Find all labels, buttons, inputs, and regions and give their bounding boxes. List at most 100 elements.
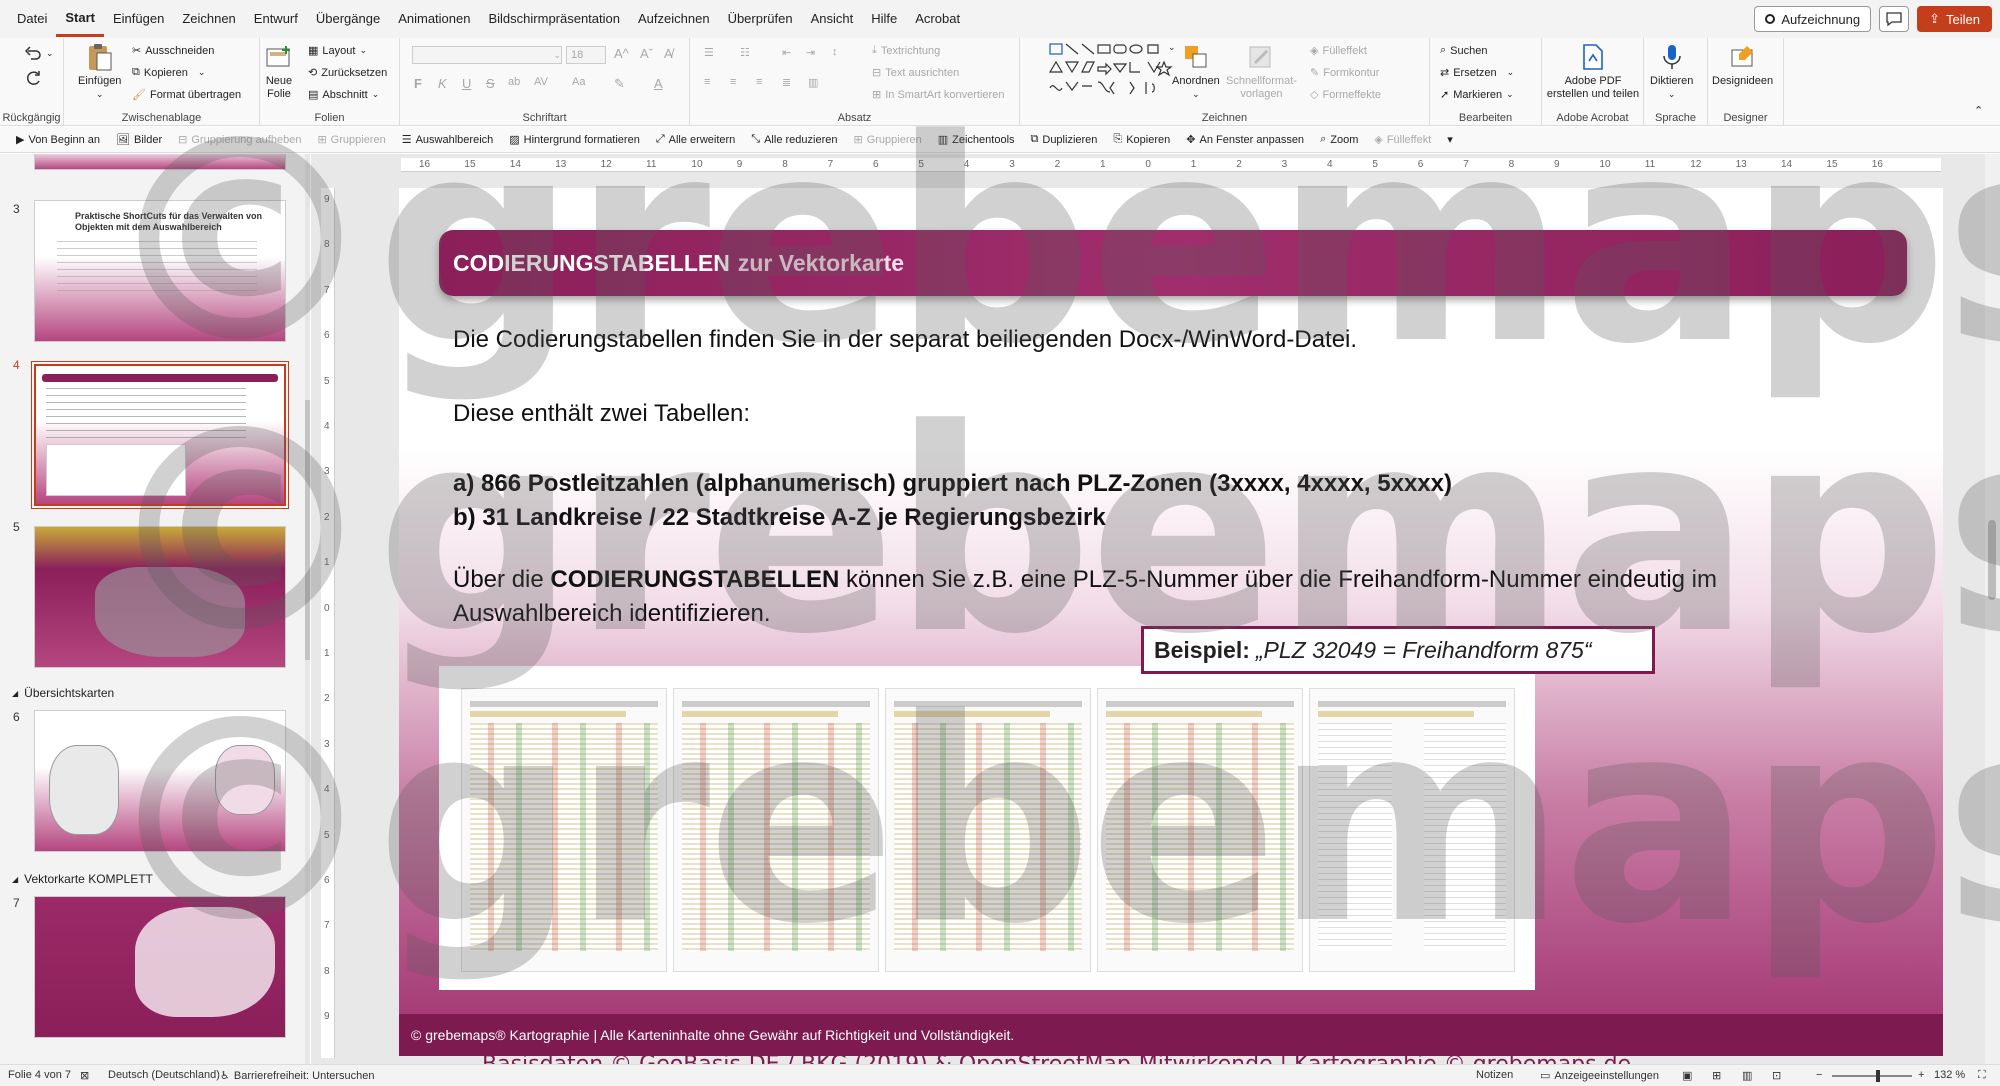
- outline-button[interactable]: ✎ Formkontur: [1310, 66, 1379, 80]
- shrink-font-button[interactable]: Aˇ: [640, 46, 653, 61]
- undo-button[interactable]: ⌄: [24, 44, 54, 62]
- spellcheck-icon[interactable]: ⊠: [80, 1069, 89, 1082]
- replace-button[interactable]: ⇄ Ersetzen ⌄: [1440, 66, 1514, 80]
- zoom-level[interactable]: 132 %: [1934, 1069, 1965, 1081]
- quickbar-item-12[interactable]: ✥ An Fenster anpassen: [1186, 133, 1304, 147]
- slide-footer[interactable]: © grebemaps® Kartographie | Alle Karteni…: [399, 1014, 1943, 1056]
- editor-scrollbar-thumb[interactable]: [1988, 520, 1996, 600]
- quickbar-item-9[interactable]: ▥ Zeichentools: [938, 133, 1015, 147]
- find-button[interactable]: ⌕ Suchen: [1440, 44, 1487, 57]
- font-size-select[interactable]: 18: [566, 46, 606, 64]
- text-direction-button[interactable]: ⤓ Textrichtung: [872, 44, 940, 57]
- slide-paragraph[interactable]: Über die CODIERUNGSTABELLEN können Sie z…: [453, 566, 1717, 594]
- quickbar-item-7[interactable]: ⤡ Alle reduzieren: [751, 133, 837, 146]
- menu-entwurf[interactable]: Entwurf: [245, 0, 307, 38]
- slide-canvas[interactable]: CODIERUNGSTABELLEN zur Vektorkarte Die C…: [399, 188, 1943, 1056]
- slide-line-1[interactable]: Die Codierungstabellen finden Sie in der…: [453, 326, 1357, 354]
- menu-acrobat[interactable]: Acrobat: [906, 0, 969, 38]
- section-overview[interactable]: ◢ Übersichtskarten: [12, 686, 114, 700]
- smartart-button[interactable]: ⊞ In SmartArt konvertieren: [872, 88, 1004, 102]
- coding-tables-image[interactable]: [439, 666, 1535, 990]
- normal-view-button[interactable]: ▣: [1682, 1069, 1692, 1082]
- menu-ueberpruefen[interactable]: Überprüfen: [719, 0, 802, 38]
- quickbar-item-10[interactable]: ⧉ Duplizieren: [1031, 133, 1098, 146]
- grow-font-button[interactable]: A^: [614, 46, 629, 61]
- select-button[interactable]: ➚ Markieren ⌄: [1440, 88, 1514, 102]
- bullets-button[interactable]: ☰: [704, 46, 714, 59]
- cut-button[interactable]: ✂ Ausschneiden: [132, 44, 214, 58]
- quickbar-item-13[interactable]: ⌕ Zoom: [1320, 133, 1358, 146]
- slide-item-b[interactable]: b) 31 Landkreise / 22 Stadtkreise A-Z je…: [453, 504, 1106, 532]
- menu-animationen[interactable]: Animationen: [389, 0, 479, 38]
- reading-view-button[interactable]: ▥: [1742, 1069, 1752, 1082]
- quickbar-more-icon[interactable]: ▾: [1447, 133, 1453, 146]
- share-button[interactable]: ⇪ Teilen: [1917, 6, 1992, 32]
- quickbar-item-2[interactable]: ⊟ Gruppierung aufheben: [178, 133, 301, 147]
- quickbar-item-6[interactable]: ⤢ Alle erweitern: [656, 133, 735, 146]
- zoom-in-button[interactable]: +: [1918, 1069, 1924, 1081]
- menu-bildschirmpraesentation[interactable]: Bildschirmpräsentation: [479, 0, 629, 38]
- quickbar-item-5[interactable]: ▨ Hintergrund formatieren: [509, 133, 640, 147]
- ribbon-collapse-button[interactable]: ⌃: [1974, 104, 1983, 117]
- copy-button[interactable]: ⧉ Kopieren ⌄: [132, 66, 205, 79]
- slide-thumbnail-7[interactable]: [34, 896, 286, 1038]
- new-slide-button[interactable]: Neue Folie: [264, 42, 294, 101]
- shapes-gallery[interactable]: [1048, 42, 1174, 98]
- quick-styles-button[interactable]: Schnellformat- vorlagen: [1226, 42, 1297, 101]
- clear-format-button[interactable]: A̸: [664, 46, 673, 61]
- spacing-button[interactable]: AV: [534, 76, 548, 88]
- zoom-slider[interactable]: [1832, 1075, 1912, 1077]
- align-right-button[interactable]: ≡: [756, 76, 762, 88]
- slide-thumbnail-6[interactable]: [34, 710, 286, 852]
- slide-thumbnail-2[interactable]: [34, 154, 286, 170]
- arrange-button[interactable]: Anordnen ⌄: [1172, 42, 1220, 101]
- fill-button[interactable]: ◈ Fülleffekt: [1310, 44, 1367, 58]
- create-pdf-button[interactable]: Adobe PDF erstellen und teilen: [1544, 42, 1642, 101]
- fit-slide-button[interactable]: ⛶: [1978, 1069, 1986, 1082]
- align-center-button[interactable]: ≡: [730, 76, 736, 88]
- menu-start[interactable]: Start: [56, 2, 104, 37]
- indent-more-button[interactable]: ⇥: [806, 46, 815, 59]
- quickbar-item-11[interactable]: ⎘ Kopieren: [1113, 133, 1170, 146]
- notes-button[interactable]: Notizen: [1476, 1069, 1513, 1081]
- language-status[interactable]: Deutsch (Deutschland): [108, 1069, 220, 1081]
- menu-einfuegen[interactable]: Einfügen: [104, 0, 173, 38]
- paste-button[interactable]: Einfügen ⌄: [78, 42, 121, 101]
- layout-button[interactable]: ▦ Layout ⌄: [308, 44, 367, 58]
- slide-thumbnail-5[interactable]: [34, 526, 286, 668]
- columns-button[interactable]: ▥: [808, 76, 818, 89]
- accessibility-status[interactable]: ♿ Barrierefreiheit: Untersuchen: [220, 1069, 375, 1083]
- zoom-out-button[interactable]: −: [1816, 1069, 1822, 1081]
- font-color-button[interactable]: A: [654, 76, 663, 91]
- menu-aufzeichnen[interactable]: Aufzeichnen: [629, 0, 719, 38]
- quickbar-item-1[interactable]: 🖼 Bilder: [116, 133, 162, 147]
- zoom-slider-thumb[interactable]: [1876, 1070, 1880, 1082]
- slideshow-button[interactable]: ⊡: [1772, 1069, 1781, 1082]
- strike-button[interactable]: S: [486, 76, 495, 91]
- design-ideas-button[interactable]: Designideen: [1712, 42, 1773, 88]
- line-spacing-button[interactable]: ↕: [832, 46, 838, 58]
- highlight-button[interactable]: ✎: [614, 76, 625, 92]
- font-name-select[interactable]: ⌄: [412, 46, 562, 64]
- display-settings-button[interactable]: ▭ Anzeigeeinstellungen: [1540, 1069, 1659, 1083]
- justify-button[interactable]: ≣: [782, 76, 791, 89]
- slide-title-bar[interactable]: CODIERUNGSTABELLEN zur Vektorkarte: [439, 230, 1907, 296]
- bold-button[interactable]: F: [414, 76, 422, 91]
- reset-button[interactable]: ⟲ Zurücksetzen: [308, 66, 387, 80]
- menu-ansicht[interactable]: Ansicht: [802, 0, 863, 38]
- quickbar-item-0[interactable]: ▶ Von Beginn an: [16, 133, 100, 147]
- sorter-view-button[interactable]: ⊞: [1712, 1069, 1721, 1082]
- menu-hilfe[interactable]: Hilfe: [862, 0, 906, 38]
- effects-button[interactable]: ◇ Formeffekte: [1310, 88, 1381, 102]
- underline-button[interactable]: U: [462, 76, 471, 91]
- redo-button[interactable]: [24, 70, 42, 88]
- case-button[interactable]: Aa: [572, 76, 585, 88]
- menu-datei[interactable]: Datei: [8, 0, 56, 38]
- menu-zeichnen[interactable]: Zeichnen: [173, 0, 244, 38]
- align-text-button[interactable]: ⊟ Text ausrichten: [872, 66, 959, 80]
- menu-uebergaenge[interactable]: Übergänge: [307, 0, 389, 38]
- thumbnail-scrollbar-thumb[interactable]: [305, 400, 310, 660]
- slide-thumbnail-3[interactable]: Praktische ShortCuts für das Verwalten v…: [34, 200, 286, 342]
- section-vector[interactable]: ◢ Vektorkarte KOMPLETT: [12, 872, 153, 886]
- slide-line-2[interactable]: Diese enthält zwei Tabellen:: [453, 400, 750, 428]
